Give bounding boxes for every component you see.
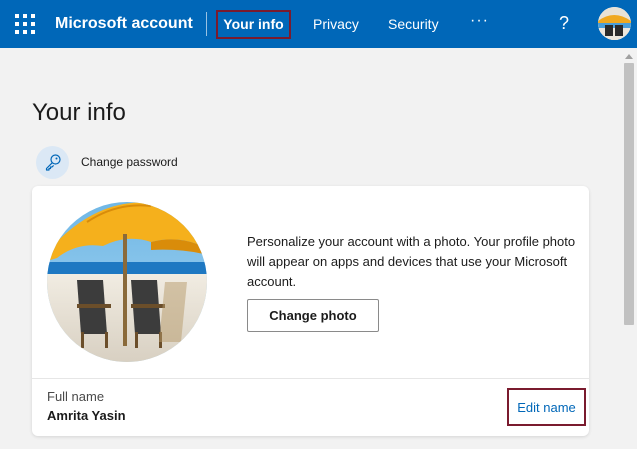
card-divider (32, 378, 589, 379)
help-icon[interactable]: ? (559, 13, 569, 33)
nav-security[interactable]: Security (388, 15, 439, 33)
photo-description: Personalize your account with a photo. Y… (247, 234, 576, 289)
profile-photo (47, 202, 207, 362)
waffle-icon[interactable] (15, 14, 35, 34)
key-icon (36, 145, 69, 179)
edit-name-link[interactable]: Edit name (507, 388, 586, 426)
change-password-link[interactable]: Change password (36, 145, 178, 179)
header-divider (206, 12, 207, 36)
profile-photo-thumbnail (598, 7, 631, 40)
scroll-up-arrow-icon[interactable] (625, 54, 633, 59)
change-photo-button[interactable]: Change photo (247, 299, 379, 332)
page-title: Your info (32, 99, 126, 126)
nav-privacy[interactable]: Privacy (313, 15, 359, 33)
profile-card: Personalize your account with a photo. Y… (32, 186, 589, 436)
avatar[interactable] (598, 7, 631, 40)
scrollbar[interactable] (621, 48, 637, 449)
full-name-label: Full name (47, 389, 105, 404)
app-title[interactable]: Microsoft account (55, 14, 193, 34)
top-bar: Microsoft account Your info Privacy Secu… (0, 0, 637, 48)
nav-your-info[interactable]: Your info (216, 10, 291, 39)
full-name-value: Amrita Yasin (47, 408, 126, 423)
scrollbar-thumb[interactable] (624, 63, 634, 325)
more-options-icon[interactable]: ··· (470, 12, 489, 30)
change-password-label: Change password (81, 155, 178, 169)
